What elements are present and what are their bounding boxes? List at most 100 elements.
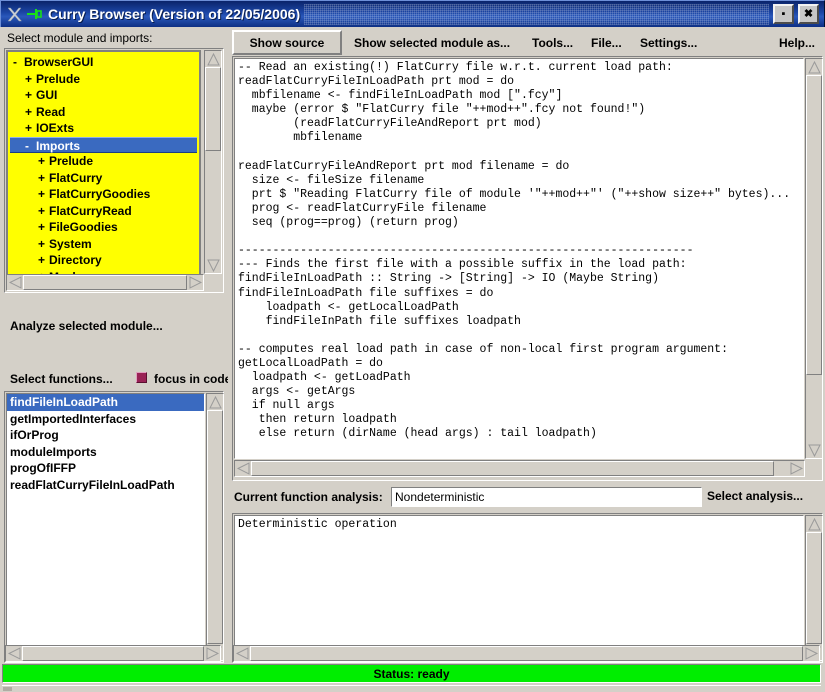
select-module-label: Select module and imports: bbox=[7, 31, 152, 45]
source-scroll-thumb[interactable] bbox=[806, 75, 822, 375]
status-bar: Status: ready bbox=[2, 664, 821, 683]
current-function-analysis-field[interactable]: Nondeterministic bbox=[391, 487, 702, 507]
window-controls: ▪ ✖ bbox=[773, 4, 819, 24]
window-resize-grip[interactable] bbox=[2, 685, 821, 691]
minimize-button[interactable]: ▪ bbox=[773, 4, 794, 24]
show-selected-module-as-button[interactable]: Show selected module as... bbox=[346, 30, 518, 55]
tree-node-flatcurrygoodies[interactable]: +FlatCurryGoodies bbox=[8, 186, 199, 203]
analysis-output-text: Deterministic operation bbox=[238, 518, 803, 532]
source-code-view[interactable]: -- Read an existing(!) FlatCurry file w.… bbox=[234, 58, 804, 459]
tree-scroll-right-arrow[interactable] bbox=[187, 275, 203, 290]
tree-node-label: Imports bbox=[36, 139, 80, 153]
analysis-row: Current function analysis: Nondeterminis… bbox=[228, 485, 825, 512]
function-list-horizontal-scrollbar[interactable] bbox=[5, 645, 221, 662]
resize-grip-handle[interactable] bbox=[3, 687, 12, 691]
tree-node-read[interactable]: +Read bbox=[8, 104, 199, 121]
tree-node-label: FlatCurryRead bbox=[49, 204, 132, 218]
title-bar-texture bbox=[304, 4, 769, 25]
tree-node-toggle-icon[interactable]: + bbox=[38, 236, 49, 253]
tree-scroll-down-arrow[interactable] bbox=[205, 257, 221, 273]
tree-node-prelude[interactable]: +Prelude bbox=[8, 153, 199, 170]
tree-node-toggle-icon[interactable]: + bbox=[38, 153, 49, 170]
source-scroll-up-arrow[interactable] bbox=[806, 59, 822, 75]
function-list-item[interactable]: findFileInLoadPath bbox=[7, 394, 204, 411]
tree-scroll-thumb[interactable] bbox=[205, 67, 221, 151]
focus-in-code-label: focus in code bbox=[154, 372, 231, 386]
flist-scroll-thumb[interactable] bbox=[207, 410, 223, 644]
tree-node-toggle-icon[interactable]: + bbox=[25, 104, 36, 121]
tree-node-label: FlatCurryGoodies bbox=[49, 187, 150, 201]
tools-menu-button[interactable]: Tools... bbox=[524, 30, 581, 55]
tree-node-browsergui[interactable]: -BrowserGUI bbox=[8, 54, 199, 71]
close-button[interactable]: ✖ bbox=[798, 4, 819, 24]
tree-node-toggle-icon[interactable]: + bbox=[25, 87, 36, 104]
select-analysis-button[interactable]: Select analysis... bbox=[707, 489, 803, 503]
analysis-output-horizontal-scrollbar[interactable] bbox=[233, 645, 820, 662]
focus-in-code-checkbox[interactable] bbox=[136, 372, 147, 383]
tree-node-filegoodies[interactable]: +FileGoodies bbox=[8, 219, 199, 236]
tree-node-toggle-icon[interactable]: - bbox=[13, 54, 24, 71]
function-list[interactable]: findFileInLoadPathgetImportedInterfacesi… bbox=[6, 393, 205, 661]
source-horizontal-scrollbar[interactable] bbox=[234, 460, 805, 477]
output-scroll-right-arrow[interactable] bbox=[803, 646, 819, 661]
module-tree[interactable]: -BrowserGUI+Prelude+GUI+Read+IOExts-Impo… bbox=[6, 50, 201, 291]
tree-node-toggle-icon[interactable]: + bbox=[38, 203, 49, 220]
function-list-item[interactable]: moduleImports bbox=[7, 444, 204, 461]
select-functions-button[interactable]: Select functions... bbox=[10, 372, 113, 386]
tree-scroll-left-arrow[interactable] bbox=[7, 275, 23, 290]
file-menu-button[interactable]: File... bbox=[583, 30, 630, 55]
tree-node-imports[interactable]: -Imports bbox=[10, 137, 197, 154]
tree-node-toggle-icon[interactable]: + bbox=[25, 71, 36, 88]
flist-hscroll-thumb[interactable] bbox=[22, 646, 204, 661]
flist-scroll-up-arrow[interactable] bbox=[207, 394, 223, 410]
tree-node-toggle-icon[interactable]: + bbox=[38, 219, 49, 236]
output-scroll-thumb[interactable] bbox=[806, 532, 822, 644]
tree-node-toggle-icon[interactable]: + bbox=[38, 170, 49, 187]
tree-node-toggle-icon[interactable]: + bbox=[38, 252, 49, 269]
source-scroll-down-arrow[interactable] bbox=[806, 442, 822, 458]
tree-node-directory[interactable]: +Directory bbox=[8, 252, 199, 269]
function-list-item[interactable]: readFlatCurryFileInLoadPath bbox=[7, 477, 204, 494]
output-scroll-up-arrow[interactable] bbox=[806, 516, 822, 532]
tree-node-ioexts[interactable]: +IOExts bbox=[8, 120, 199, 137]
tree-node-prelude[interactable]: +Prelude bbox=[8, 71, 199, 88]
source-scroll-left-arrow[interactable] bbox=[235, 461, 251, 476]
analyze-selected-module-button[interactable]: Analyze selected module... bbox=[10, 319, 163, 333]
function-list-vertical-scrollbar[interactable] bbox=[206, 393, 224, 661]
function-list-item[interactable]: ifOrProg bbox=[7, 427, 204, 444]
help-menu-button[interactable]: Help... bbox=[771, 30, 823, 55]
function-list-item[interactable]: getImportedInterfaces bbox=[7, 411, 204, 428]
function-list-item[interactable]: progOfIFFP bbox=[7, 460, 204, 477]
source-hscroll-thumb[interactable] bbox=[251, 461, 774, 476]
left-panel: Select module and imports: -BrowserGUI+P… bbox=[0, 27, 228, 664]
output-hscroll-thumb[interactable] bbox=[250, 646, 803, 661]
tree-horizontal-scrollbar[interactable] bbox=[6, 274, 204, 291]
tree-hscroll-thumb[interactable] bbox=[23, 275, 187, 290]
function-list-container: findFileInLoadPathgetImportedInterfacesi… bbox=[4, 391, 224, 663]
flist-scroll-left-arrow[interactable] bbox=[6, 646, 22, 661]
source-scroll-right-arrow[interactable] bbox=[788, 461, 804, 476]
tree-node-toggle-icon[interactable]: - bbox=[25, 138, 36, 155]
source-vertical-scrollbar[interactable] bbox=[805, 58, 823, 459]
tree-node-label: Read bbox=[36, 105, 65, 119]
tree-node-system[interactable]: +System bbox=[8, 236, 199, 253]
tree-node-label: BrowserGUI bbox=[24, 55, 93, 69]
analysis-output-vertical-scrollbar[interactable] bbox=[805, 515, 823, 661]
tree-vertical-scrollbar[interactable] bbox=[204, 50, 222, 274]
tree-node-gui[interactable]: +GUI bbox=[8, 87, 199, 104]
flist-scroll-right-arrow[interactable] bbox=[204, 646, 220, 661]
tree-node-label: FlatCurry bbox=[49, 171, 102, 185]
tree-node-flatcurry[interactable]: +FlatCurry bbox=[8, 170, 199, 187]
show-source-button[interactable]: Show source bbox=[232, 30, 342, 55]
settings-menu-button[interactable]: Settings... bbox=[632, 30, 705, 55]
tree-node-label: Prelude bbox=[36, 72, 80, 86]
analysis-output-view[interactable]: Deterministic operation bbox=[234, 515, 804, 661]
toolbar: Show source Show selected module as... T… bbox=[228, 27, 825, 58]
tree-scroll-up-arrow[interactable] bbox=[205, 51, 221, 67]
source-code-text: -- Read an existing(!) FlatCurry file w.… bbox=[238, 61, 803, 459]
tree-node-toggle-icon[interactable]: + bbox=[25, 120, 36, 137]
tree-node-flatcurryread[interactable]: +FlatCurryRead bbox=[8, 203, 199, 220]
output-scroll-left-arrow[interactable] bbox=[234, 646, 250, 661]
tree-node-toggle-icon[interactable]: + bbox=[38, 186, 49, 203]
right-panel: Show source Show selected module as... T… bbox=[228, 27, 825, 664]
